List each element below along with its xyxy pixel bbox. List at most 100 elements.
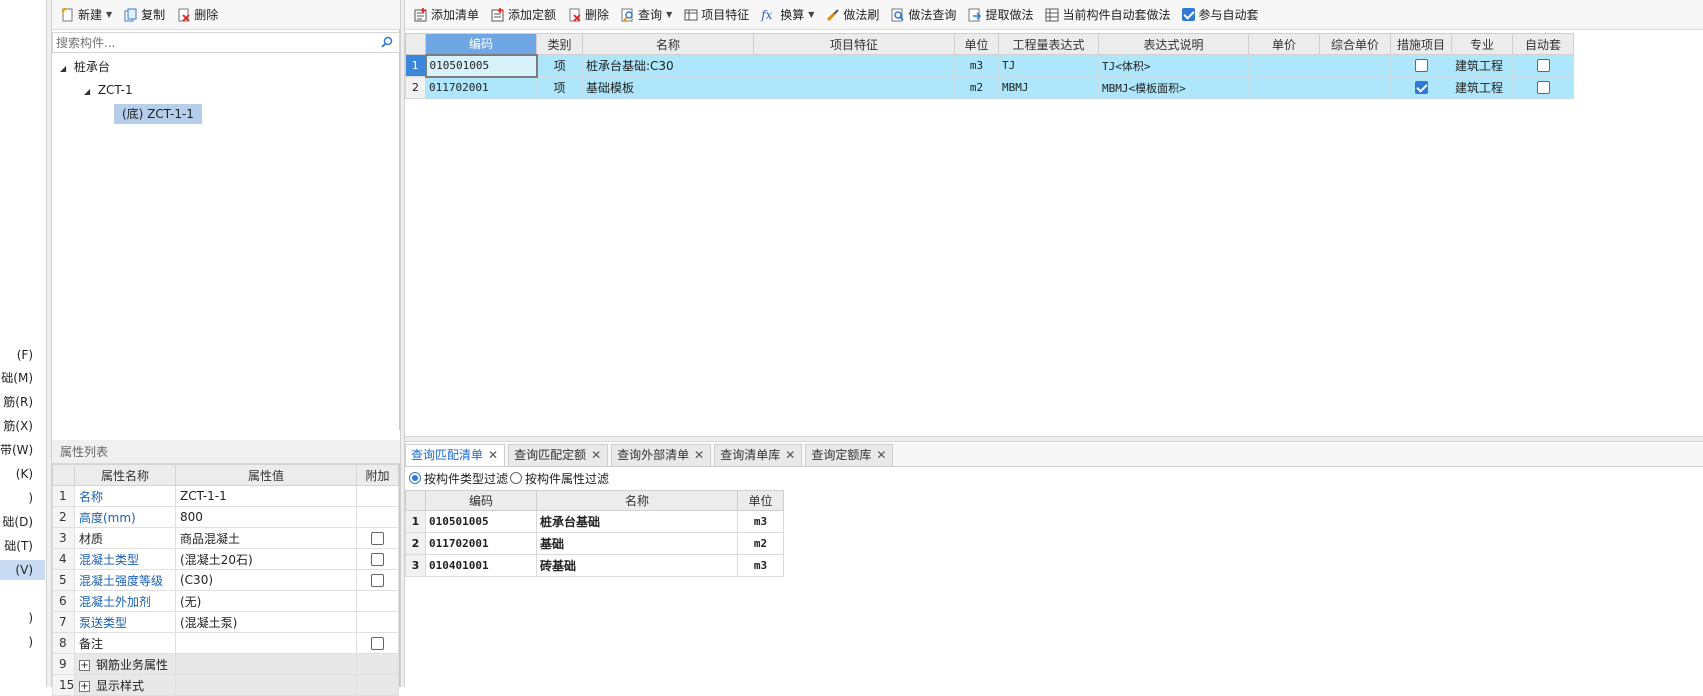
property-value[interactable] (175, 632, 357, 654)
total-price-cell[interactable] (1319, 54, 1391, 77)
component-type-item[interactable]: ) (0, 632, 45, 652)
feature-cell[interactable] (753, 76, 955, 99)
close-icon[interactable]: ✕ (488, 448, 498, 462)
code-cell[interactable]: 011702001 (425, 76, 537, 99)
splitter[interactable] (405, 436, 1703, 442)
attach-checkbox[interactable] (371, 637, 384, 650)
component-type-item[interactable]: 带(W) (0, 440, 45, 460)
price-cell[interactable] (1248, 54, 1320, 77)
table-row[interactable]: 3 010401001 砖基础 m3 (405, 554, 784, 577)
attach-checkbox[interactable] (371, 532, 384, 545)
unit-cell[interactable]: m3 (737, 554, 784, 577)
collapse-triangle-icon[interactable]: ◢ (60, 59, 70, 79)
table-row[interactable]: 1 010501005 桩承台基础 m3 (405, 510, 784, 533)
code-cell[interactable]: 010501005 (424, 53, 538, 78)
component-type-item[interactable]: 础(D) (0, 512, 45, 532)
expression-desc-cell[interactable]: TJ<体积> (1098, 54, 1249, 77)
feature-cell[interactable] (753, 54, 955, 77)
tab-external-list[interactable]: 查询外部清单 ✕ (611, 444, 712, 466)
property-row[interactable]: 6 混凝土外加剂 (无) (52, 590, 399, 612)
property-value[interactable]: (混凝土泵) (175, 611, 357, 633)
expand-plus-icon[interactable]: + (79, 680, 90, 692)
price-cell[interactable] (1248, 76, 1320, 99)
column-header[interactable]: 措施项目 (1390, 33, 1452, 55)
code-cell[interactable]: 010401001 (425, 554, 537, 577)
table-row[interactable]: 2 011702001 基础 m2 (405, 532, 784, 555)
attach-checkbox[interactable] (371, 553, 384, 566)
property-row[interactable]: 7 泵送类型 (混凝土泵) (52, 611, 399, 633)
close-icon[interactable]: ✕ (876, 448, 886, 462)
search-input[interactable] (53, 33, 373, 52)
table-row[interactable]: 2 011702001 项 基础模板 m2 MBMJ MBMJ<模板面积> 建筑… (405, 76, 1574, 99)
auto-checkbox[interactable] (1536, 81, 1550, 95)
property-value[interactable]: 商品混凝土 (175, 527, 357, 549)
component-type-item[interactable]: (F) (0, 345, 45, 365)
row-number[interactable]: 1 (405, 54, 426, 77)
column-header[interactable]: 项目特征 (753, 33, 955, 55)
method-brush-button[interactable]: 做法刷 (821, 4, 884, 26)
close-icon[interactable]: ✕ (785, 448, 795, 462)
attach-checkbox[interactable] (371, 574, 384, 587)
tab-quota-library[interactable]: 查询定额库 ✕ (805, 444, 894, 466)
name-cell[interactable]: 基础 (536, 532, 738, 555)
name-cell[interactable]: 桩承台基础 (536, 510, 738, 533)
table-row[interactable]: 1 010501005 项 桩承台基础:C30 m3 TJ TJ<体积> 建筑工… (405, 53, 1574, 78)
property-value[interactable]: (混凝土20石) (175, 548, 357, 570)
delete-row-button[interactable]: 删除 (563, 4, 614, 26)
tree-node-root[interactable]: ◢ 桩承台 (60, 57, 110, 77)
filter-by-type-radio[interactable] (409, 472, 421, 484)
join-auto-toggle[interactable]: 参与自动套 (1177, 4, 1263, 26)
property-group-row[interactable]: 15 + 显示样式 (52, 674, 399, 696)
filter-by-attr-radio[interactable] (510, 472, 523, 484)
component-type-item[interactable]: 筋(R) (0, 392, 45, 412)
component-type-item-selected[interactable]: (V) (0, 560, 45, 580)
tree-node-child[interactable]: ◢ ZCT-1 (84, 80, 133, 100)
major-cell[interactable]: 建筑工程 (1451, 76, 1513, 99)
expression-cell[interactable]: TJ (998, 54, 1099, 77)
type-cell[interactable]: 项 (536, 76, 583, 99)
unit-cell[interactable]: m2 (737, 532, 784, 555)
column-header[interactable]: 编码 (425, 490, 537, 511)
column-header[interactable]: 综合单价 (1319, 33, 1391, 55)
new-button[interactable]: 新建 ▼ (56, 4, 117, 26)
property-row[interactable]: 1 名称 ZCT-1-1 (52, 485, 399, 507)
close-icon[interactable]: ✕ (694, 448, 704, 462)
column-header[interactable]: 工程量表达式 (998, 33, 1099, 55)
column-header[interactable]: 类别 (536, 33, 583, 55)
copy-button[interactable]: 复制 (119, 4, 170, 26)
property-row[interactable]: 4 混凝土类型 (混凝土20石) (52, 548, 399, 570)
component-type-item[interactable]: ) (0, 608, 45, 628)
name-cell[interactable]: 基础模板 (582, 76, 754, 99)
tab-list-library[interactable]: 查询清单库 ✕ (714, 444, 803, 466)
column-header[interactable]: 专业 (1451, 33, 1513, 55)
component-type-item[interactable]: 筋(X) (0, 416, 45, 436)
expression-desc-cell[interactable]: MBMJ<模板面积> (1098, 76, 1249, 99)
measure-checkbox[interactable] (1414, 59, 1428, 73)
code-cell[interactable]: 011702001 (425, 532, 537, 555)
expand-plus-icon[interactable]: + (79, 659, 90, 671)
unit-cell[interactable]: m2 (954, 76, 999, 99)
column-header[interactable]: 单价 (1248, 33, 1320, 55)
column-header[interactable]: 自动套 (1512, 33, 1574, 55)
extract-method-button[interactable]: 提取做法 (963, 4, 1038, 26)
column-header[interactable]: 单位 (737, 490, 784, 511)
row-number[interactable]: 2 (405, 76, 426, 99)
tree-node-leaf-selected[interactable]: (底) ZCT-1-1 (114, 104, 202, 124)
join-auto-checkbox[interactable] (1182, 8, 1196, 21)
collapse-triangle-icon[interactable]: ◢ (84, 82, 94, 102)
method-query-button[interactable]: 做法查询 (886, 4, 961, 26)
property-row[interactable]: 8 备注 (52, 632, 399, 654)
major-cell[interactable]: 建筑工程 (1451, 54, 1513, 77)
measure-checkbox[interactable] (1414, 81, 1428, 95)
property-row[interactable]: 2 高度(mm) 800 (52, 506, 399, 528)
close-icon[interactable]: ✕ (591, 448, 601, 462)
property-row[interactable]: 3 材质 商品混凝土 (52, 527, 399, 549)
component-type-item[interactable]: (K) (0, 464, 45, 484)
current-auto-button[interactable]: 当前构件自动套做法 (1040, 4, 1175, 26)
property-value[interactable]: ZCT-1-1 (175, 485, 357, 507)
component-type-item[interactable]: 础(M) (0, 368, 45, 388)
auto-checkbox[interactable] (1536, 59, 1550, 73)
code-cell[interactable]: 010501005 (425, 510, 537, 533)
expression-cell[interactable]: MBMJ (998, 76, 1099, 99)
item-feature-button[interactable]: 项目特征 (679, 4, 754, 26)
